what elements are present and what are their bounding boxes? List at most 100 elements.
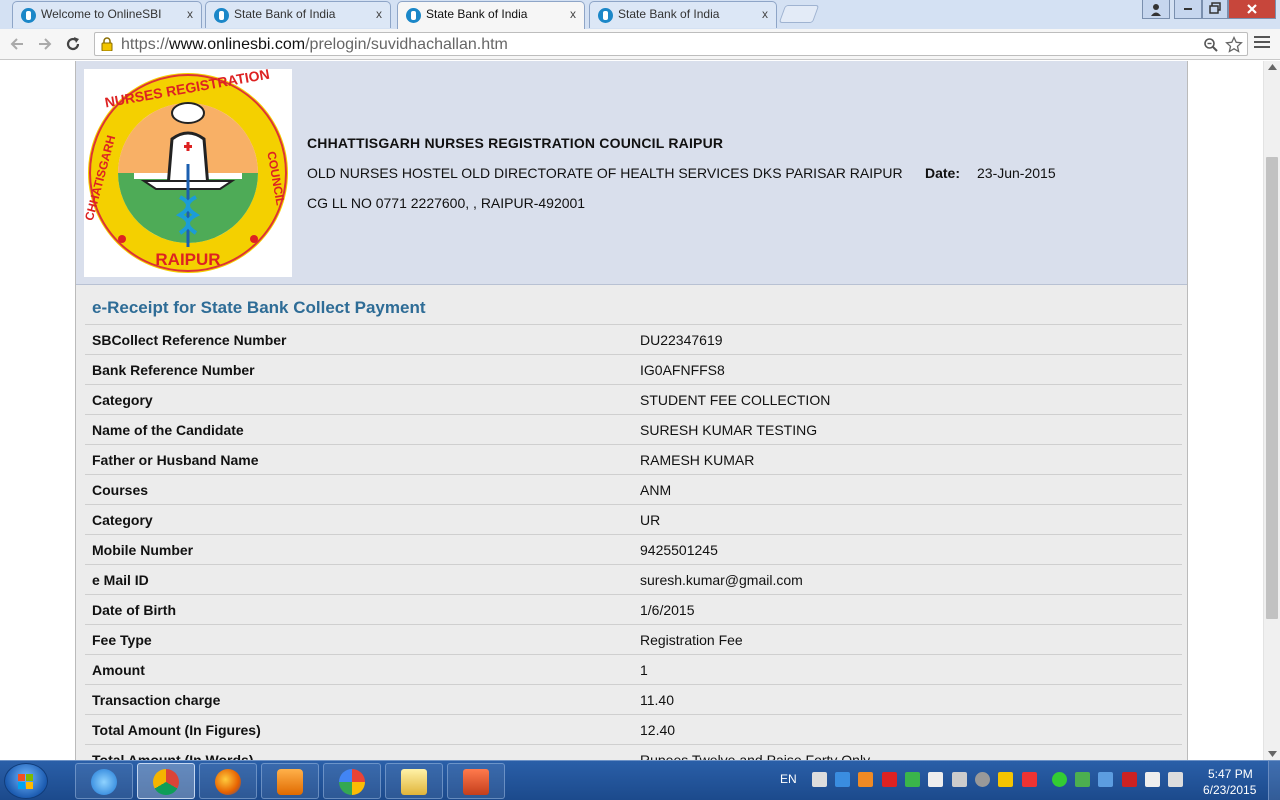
scrollbar-thumb[interactable] [1266, 157, 1278, 619]
reload-icon[interactable] [62, 33, 84, 55]
page-viewport: RAIPUR NURSES REGISTRATION CHHATISGARH C… [0, 61, 1263, 760]
network-signal-icon[interactable] [928, 772, 943, 787]
row-value: IG0AFNFFS8 [640, 362, 725, 378]
tab-title: State Bank of India [618, 7, 720, 21]
user-profile-icon[interactable] [1142, 0, 1170, 19]
tab-welcome-onlinesbi[interactable]: Welcome to OnlineSBI x [12, 1, 202, 28]
firefox-icon [215, 769, 241, 795]
tab-close-icon[interactable]: x [187, 7, 193, 21]
receipt-table: SBCollect Reference Number DU22347619 Ban… [85, 324, 1182, 760]
windows-taskbar: EN 5:47 PM 6/23/2015 [0, 760, 1280, 800]
row-value: STUDENT FEE COLLECTION [640, 392, 831, 408]
clock-time[interactable]: 5:47 PM [1208, 767, 1253, 781]
browser-menu-icon[interactable] [1254, 36, 1270, 51]
row-label: SBCollect Reference Number [92, 332, 287, 348]
row-value: 1/6/2015 [640, 602, 695, 618]
browser-tab-strip: Welcome to OnlineSBI x State Bank of Ind… [0, 0, 1280, 29]
tray-app-icon[interactable] [1052, 772, 1067, 787]
new-tab-button[interactable] [778, 5, 820, 23]
receipt-container: RAIPUR NURSES REGISTRATION CHHATISGARH C… [75, 61, 1188, 760]
tab-close-icon[interactable]: x [570, 7, 576, 21]
taskbar-chrome[interactable] [137, 763, 195, 799]
forward-arrow-icon[interactable] [34, 33, 56, 55]
tray-check-icon[interactable] [905, 772, 920, 787]
url-host: www.onlinesbi.com [169, 36, 306, 53]
table-row: Amount 1 [85, 654, 1182, 684]
url-scheme: https:// [121, 36, 170, 53]
council-logo: RAIPUR NURSES REGISTRATION CHHATISGARH C… [82, 66, 292, 277]
tray-app-icon[interactable] [1098, 772, 1113, 787]
table-row: Total Amount (In Words) Rupees Twelve and… [85, 744, 1182, 760]
tab-state-bank-1[interactable]: State Bank of India x [205, 1, 391, 28]
row-value: RAMESH KUMAR [640, 452, 755, 468]
row-value: Rupees Twelve and Paise Forty Only [640, 752, 871, 760]
row-value: Registration Fee [640, 632, 743, 648]
tab-state-bank-active[interactable]: State Bank of India x [397, 1, 585, 29]
show-desktop-button[interactable] [1268, 761, 1280, 800]
scroll-up-icon[interactable] [1268, 64, 1277, 70]
tray-app-icon[interactable] [998, 772, 1013, 787]
table-row: Bank Reference Number IG0AFNFFS8 [85, 354, 1182, 384]
tray-app-icon[interactable] [835, 772, 850, 787]
scroll-down-icon[interactable] [1268, 751, 1277, 757]
row-value: 9425501245 [640, 542, 718, 558]
tab-close-icon[interactable]: x [762, 7, 768, 21]
taskbar-powerpoint[interactable] [447, 763, 505, 799]
zoom-icon[interactable] [1203, 35, 1219, 57]
row-label: Name of the Candidate [92, 422, 244, 438]
minimize-button[interactable] [1174, 0, 1202, 19]
tray-app-icon[interactable] [1122, 772, 1137, 787]
sbi-favicon-icon [21, 8, 36, 23]
taskbar-internet-explorer[interactable] [75, 763, 133, 799]
row-value: 11.40 [640, 692, 674, 708]
row-label: Total Amount (In Words) [92, 752, 254, 760]
tab-state-bank-3[interactable]: State Bank of India x [589, 1, 777, 28]
taskbar-firefox[interactable] [199, 763, 257, 799]
table-row: Courses ANM [85, 474, 1182, 504]
internet-explorer-icon [91, 769, 117, 795]
date-value: 23-Jun-2015 [977, 165, 1056, 181]
tray-app-icon[interactable] [975, 772, 990, 787]
start-button[interactable] [4, 763, 48, 799]
vertical-scrollbar[interactable] [1263, 61, 1280, 760]
taskbar-file-explorer[interactable] [385, 763, 443, 799]
row-label: Transaction charge [92, 692, 221, 708]
url-text: https://www.onlinesbi.com/prelogin/suvid… [121, 36, 508, 54]
language-indicator[interactable]: EN [780, 772, 797, 786]
table-row: Total Amount (In Figures) 12.40 [85, 714, 1182, 744]
receipt-title: e-Receipt for State Bank Collect Payment [92, 298, 426, 317]
address-bar[interactable]: https://www.onlinesbi.com/prelogin/suvid… [94, 32, 1248, 56]
bookmark-star-icon[interactable] [1225, 35, 1243, 58]
download-icon[interactable] [1075, 772, 1090, 787]
volume-icon[interactable] [882, 772, 897, 787]
tab-close-icon[interactable]: x [376, 7, 382, 21]
sbi-favicon-icon [406, 8, 421, 23]
svg-text:RAIPUR: RAIPUR [155, 250, 220, 269]
maximize-button[interactable] [1202, 0, 1228, 19]
row-value: 12.40 [640, 722, 676, 738]
windows-logo-icon [18, 774, 33, 789]
action-center-flag-icon[interactable] [1145, 772, 1160, 787]
table-row: Father or Husband Name RAMESH KUMAR [85, 444, 1182, 474]
clock-date[interactable]: 6/23/2015 [1203, 783, 1256, 797]
table-row: Name of the Candidate SURESH KUMAR TESTIN… [85, 414, 1182, 444]
taskbar-photos[interactable] [323, 763, 381, 799]
row-value: SURESH KUMAR TESTING [640, 422, 818, 438]
organization-contact: CG LL NO 0771 2227600, , RAIPUR-492001 [307, 195, 586, 211]
back-arrow-icon[interactable] [6, 33, 28, 55]
organization-address: OLD NURSES HOSTEL OLD DIRECTORATE OF HEA… [307, 165, 903, 181]
tray-app-icon[interactable] [858, 772, 873, 787]
tray-app-icon[interactable] [1022, 772, 1037, 787]
row-label: e Mail ID [92, 572, 149, 588]
close-window-button[interactable] [1228, 0, 1276, 19]
row-value: suresh.kumar@gmail.com [640, 572, 803, 588]
row-label: Category [92, 392, 153, 408]
tab-title: Welcome to OnlineSBI [41, 7, 162, 21]
table-row: Fee Type Registration Fee [85, 624, 1182, 654]
taskbar-media-player[interactable] [261, 763, 319, 799]
receipt-header: RAIPUR NURSES REGISTRATION CHHATISGARH C… [76, 61, 1187, 285]
tray-app-icon[interactable] [952, 772, 967, 787]
tray-app-icon[interactable] [1168, 772, 1183, 787]
tray-app-icon[interactable] [812, 772, 827, 787]
media-player-icon [277, 769, 303, 795]
